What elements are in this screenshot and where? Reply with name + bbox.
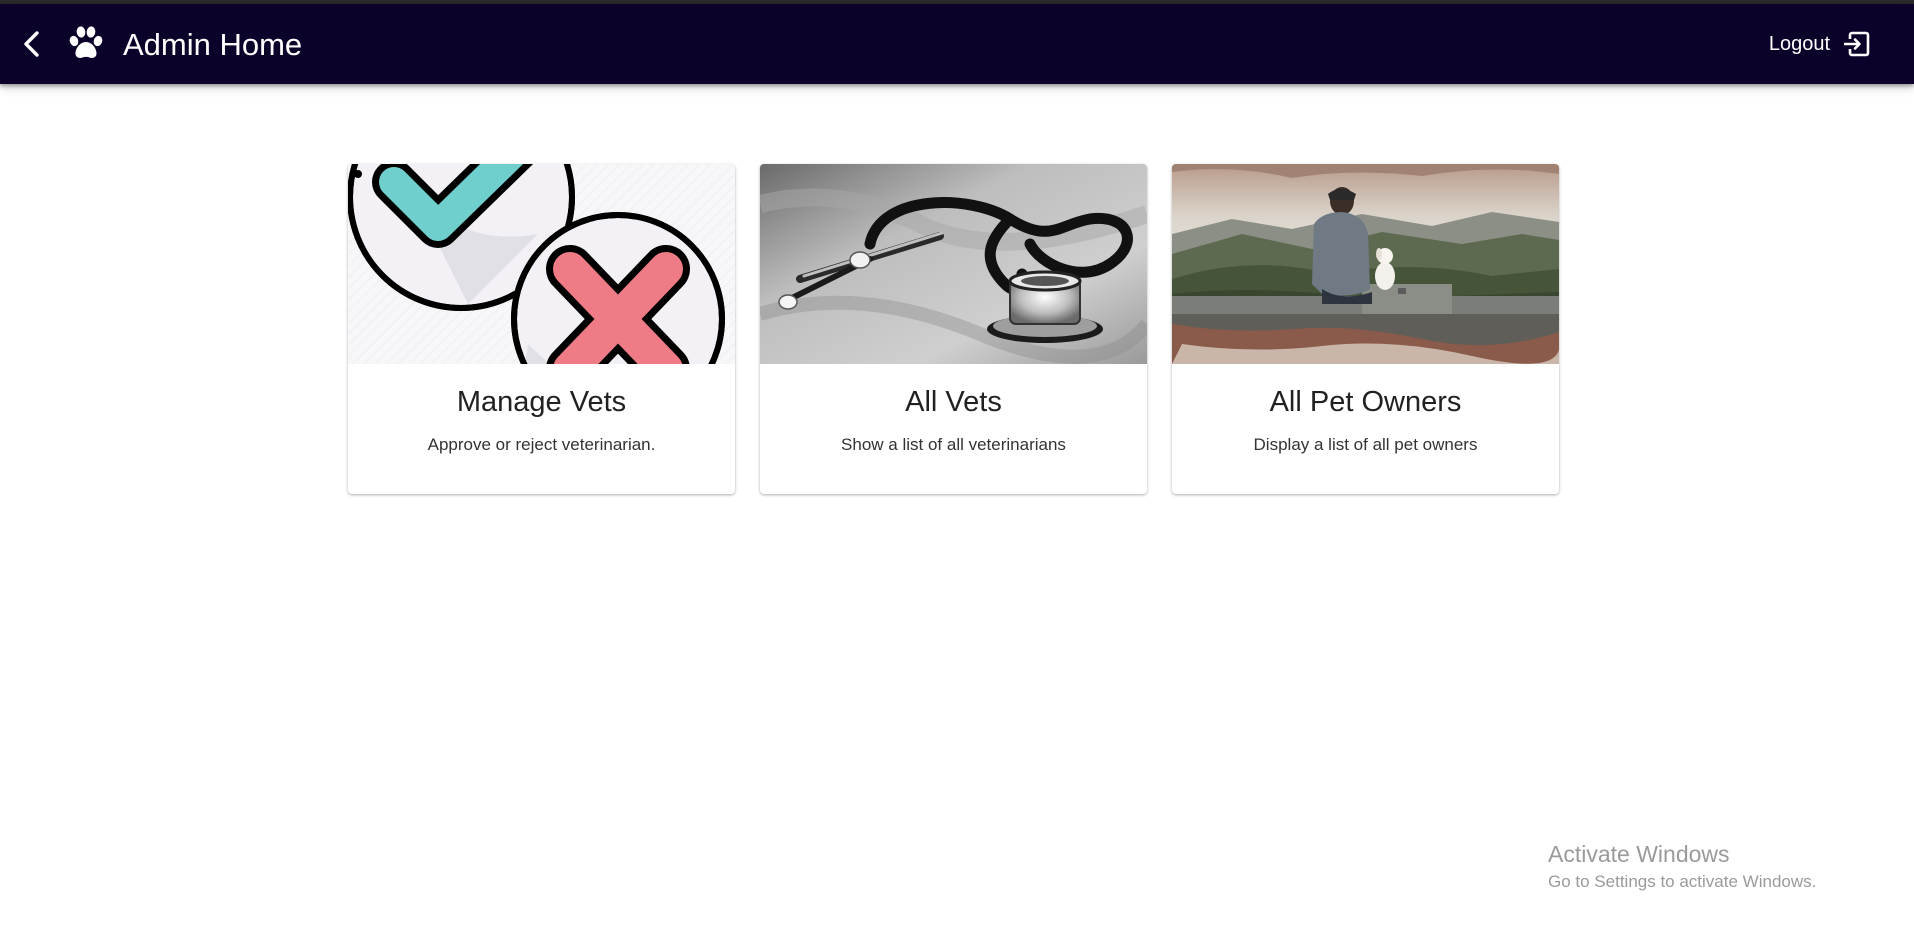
stethoscope-photo xyxy=(760,164,1147,364)
card-description: Show a list of all veterinarians xyxy=(841,435,1066,454)
approve-reject-illustration xyxy=(348,164,735,364)
card-grid: Manage Vets Approve or reject veterinari… xyxy=(348,164,1559,494)
man-with-dog-photo xyxy=(1172,164,1559,364)
card-title: All Vets xyxy=(905,386,1002,418)
logout-label: Logout xyxy=(1768,32,1830,55)
card-description: Approve or reject veterinarian. xyxy=(427,435,656,454)
card-title: Manage Vets xyxy=(456,386,627,418)
watermark-subtitle: Go to Settings to activate Windows. xyxy=(1548,872,1817,891)
paw-icon xyxy=(69,26,103,58)
all-pet-owners-card[interactable]: All Pet Owners Display a list of all pet… xyxy=(1172,164,1559,494)
app-bar: Admin Home Logout xyxy=(0,4,1914,84)
chevron-left-icon xyxy=(24,31,39,57)
logout-button[interactable]: Logout xyxy=(1769,24,1870,64)
card-title: All Pet Owners xyxy=(1269,386,1462,418)
back-button[interactable] xyxy=(14,26,50,62)
activate-windows-watermark: Activate Windows Go to Settings to activ… xyxy=(1548,840,1816,893)
card-description: Display a list of all pet owners xyxy=(1253,435,1478,454)
exit-icon xyxy=(1844,31,1870,57)
manage-vets-card[interactable]: Manage Vets Approve or reject veterinari… xyxy=(348,164,735,494)
all-vets-card[interactable]: All Vets Show a list of all veterinarian… xyxy=(760,164,1147,494)
page-title: Admin Home xyxy=(123,27,303,62)
watermark-title: Activate Windows xyxy=(1548,841,1730,867)
